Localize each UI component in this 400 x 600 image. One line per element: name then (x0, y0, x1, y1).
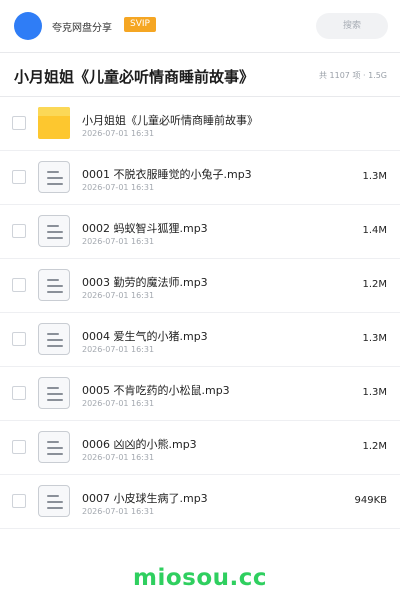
owner-name: 夸克网盘分享 (52, 23, 112, 34)
folder-stats: 共 1107 项 · 1.5G (319, 71, 387, 80)
file-size: 949KB (354, 495, 387, 506)
file-name: 0006 凶凶的小熊.mp3 (82, 438, 197, 451)
folder-header: 小月姐姐《儿童必听情商睡前故事》 共 1107 项 · 1.5G (0, 53, 400, 97)
file-size: 1.2M (362, 441, 387, 452)
file-name: 0003 勤劳的魔法师.mp3 (82, 276, 208, 289)
svip-badge: SVIP (124, 17, 156, 32)
file-date: 2026-07-01 16:31 (82, 291, 155, 300)
file-name: 0002 蚂蚁智斗狐狸.mp3 (82, 222, 208, 235)
file-name: 0004 爱生气的小猪.mp3 (82, 330, 208, 343)
file-name: 0005 不肯吃药的小松鼠.mp3 (82, 384, 230, 397)
select-checkbox[interactable] (12, 224, 26, 238)
audio-file-icon (38, 485, 70, 517)
list-item[interactable]: 0007 小皮球生病了.mp3 2026-07-01 16:31 949KB (0, 475, 400, 529)
select-checkbox[interactable] (12, 278, 26, 292)
select-checkbox[interactable] (12, 116, 26, 130)
avatar[interactable] (14, 12, 42, 40)
list-item[interactable]: 0001 不脱衣服睡觉的小兔子.mp3 2026-07-01 16:31 1.3M (0, 151, 400, 205)
file-date: 2026-07-01 16:31 (82, 345, 155, 354)
list-item[interactable]: 0006 凶凶的小熊.mp3 2026-07-01 16:31 1.2M (0, 421, 400, 475)
file-size: 1.3M (362, 171, 387, 182)
list-item[interactable]: 0002 蚂蚁智斗狐狸.mp3 2026-07-01 16:31 1.4M (0, 205, 400, 259)
file-date: 2026-07-01 16:31 (82, 237, 155, 246)
file-size: 1.3M (362, 333, 387, 344)
file-date: 2026-07-01 16:31 (82, 183, 155, 192)
file-size: 1.4M (362, 225, 387, 236)
select-checkbox[interactable] (12, 494, 26, 508)
file-date: 2026-07-01 16:31 (82, 399, 155, 408)
audio-file-icon (38, 269, 70, 301)
select-checkbox[interactable] (12, 386, 26, 400)
folder-icon (38, 107, 70, 139)
file-size: 1.3M (362, 387, 387, 398)
audio-file-icon (38, 161, 70, 193)
file-list: 小月姐姐《儿童必听情商睡前故事》 2026-07-01 16:31 0001 不脱衣… (0, 97, 400, 529)
file-date: 2026-07-01 16:31 (82, 453, 155, 462)
file-date: 2026-07-01 16:31 (82, 507, 155, 516)
file-date: 2026-07-01 16:31 (82, 129, 155, 138)
select-checkbox[interactable] (12, 170, 26, 184)
page-title: 小月姐姐《儿童必听情商睡前故事》 (14, 68, 255, 86)
list-item[interactable]: 0004 爱生气的小猪.mp3 2026-07-01 16:31 1.3M (0, 313, 400, 367)
select-checkbox[interactable] (12, 440, 26, 454)
file-name: 0001 不脱衣服睡觉的小兔子.mp3 (82, 168, 252, 181)
select-checkbox[interactable] (12, 332, 26, 346)
search-button[interactable]: 搜索 (316, 13, 388, 39)
top-bar: 夸克网盘分享 SVIP 搜索 (0, 0, 400, 52)
audio-file-icon (38, 215, 70, 247)
list-item[interactable]: 0003 勤劳的魔法师.mp3 2026-07-01 16:31 1.2M (0, 259, 400, 313)
file-size: 1.2M (362, 279, 387, 290)
file-name: 0007 小皮球生病了.mp3 (82, 492, 208, 505)
audio-file-icon (38, 431, 70, 463)
list-item[interactable]: 0005 不肯吃药的小松鼠.mp3 2026-07-01 16:31 1.3M (0, 367, 400, 421)
audio-file-icon (38, 323, 70, 355)
file-name: 小月姐姐《儿童必听情商睡前故事》 (82, 114, 258, 127)
watermark: miosou.cc (132, 565, 268, 591)
audio-file-icon (38, 377, 70, 409)
list-item[interactable]: 小月姐姐《儿童必听情商睡前故事》 2026-07-01 16:31 (0, 97, 400, 151)
